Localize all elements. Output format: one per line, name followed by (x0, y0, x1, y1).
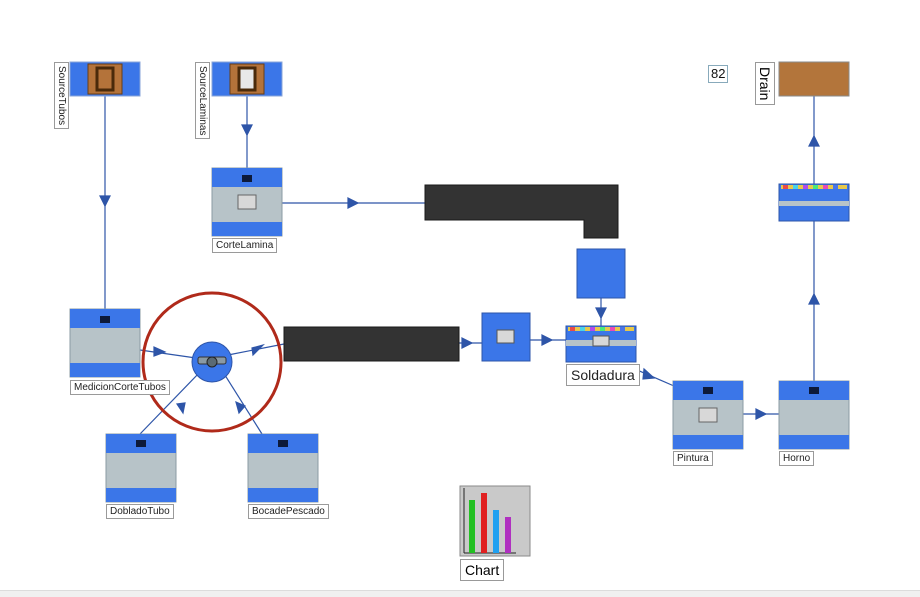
conveyor-corte-soldadura[interactable] (424, 184, 619, 239)
buffer-vertical[interactable] (576, 248, 626, 299)
product-icon (698, 407, 718, 423)
machine-icon (242, 175, 252, 182)
connector-arrow (461, 337, 474, 349)
machine-icon (278, 440, 288, 447)
connector-arrow (595, 307, 607, 320)
machine-icon (100, 316, 110, 323)
crate-icon (87, 63, 123, 95)
connector-arrow (347, 197, 360, 209)
product-icon (237, 194, 257, 210)
connector-arrow (755, 408, 768, 420)
label-chart: Chart (460, 559, 505, 581)
machine-icon (809, 387, 819, 394)
label-pintura: Pintura (673, 451, 713, 466)
label-source-laminas: SourceLaminas (195, 62, 210, 140)
assembly-soldadura[interactable] (565, 325, 637, 363)
buffer-small[interactable] (481, 312, 531, 362)
label-doblado: DobladoTubo (106, 504, 174, 519)
machine-horno[interactable] (778, 380, 850, 450)
connector-arrow (541, 334, 554, 346)
connector-medicion-robot (139, 349, 197, 359)
connector-arrow (175, 402, 186, 415)
connector-arrow (808, 292, 820, 305)
chart-widget[interactable] (459, 485, 531, 557)
conveyor-robot-buffer[interactable] (283, 326, 460, 362)
connector-arrow (153, 346, 167, 357)
conveyor-horno-drain[interactable] (778, 183, 850, 222)
connector-arrow (235, 400, 246, 415)
label-horno: Horno (779, 451, 815, 466)
label-corte-lamina: CorteLamina (212, 238, 278, 253)
label-drain: Drain (755, 62, 775, 106)
source-tubos[interactable] (69, 61, 141, 97)
machine-icon (136, 440, 146, 447)
crate-icon (229, 63, 265, 95)
connector-arrow (251, 343, 266, 357)
connector-arrow (642, 367, 656, 380)
source-laminas[interactable] (211, 61, 283, 97)
connector-arrow (808, 134, 820, 147)
machine-pintura[interactable] (672, 380, 744, 450)
robot[interactable] (141, 291, 283, 433)
machine-corte-lamina[interactable] (211, 167, 283, 237)
machine-doblado[interactable] (105, 433, 177, 503)
drain-count: 82 (708, 65, 729, 83)
product-icon (592, 335, 610, 347)
product-icon (496, 329, 515, 344)
machine-medicion[interactable] (69, 308, 141, 378)
connector-arrow (241, 124, 253, 137)
drain[interactable] (778, 61, 850, 97)
connector-arrow (99, 195, 111, 208)
machine-bocade[interactable] (247, 433, 319, 503)
label-bocade: BocadePescado (248, 504, 329, 519)
label-source-tubos: SourceTubos (54, 62, 69, 130)
label-medicion: MedicionCorteTubos (70, 380, 170, 395)
machine-icon (703, 387, 713, 394)
label-soldadura: Soldadura (566, 364, 640, 386)
